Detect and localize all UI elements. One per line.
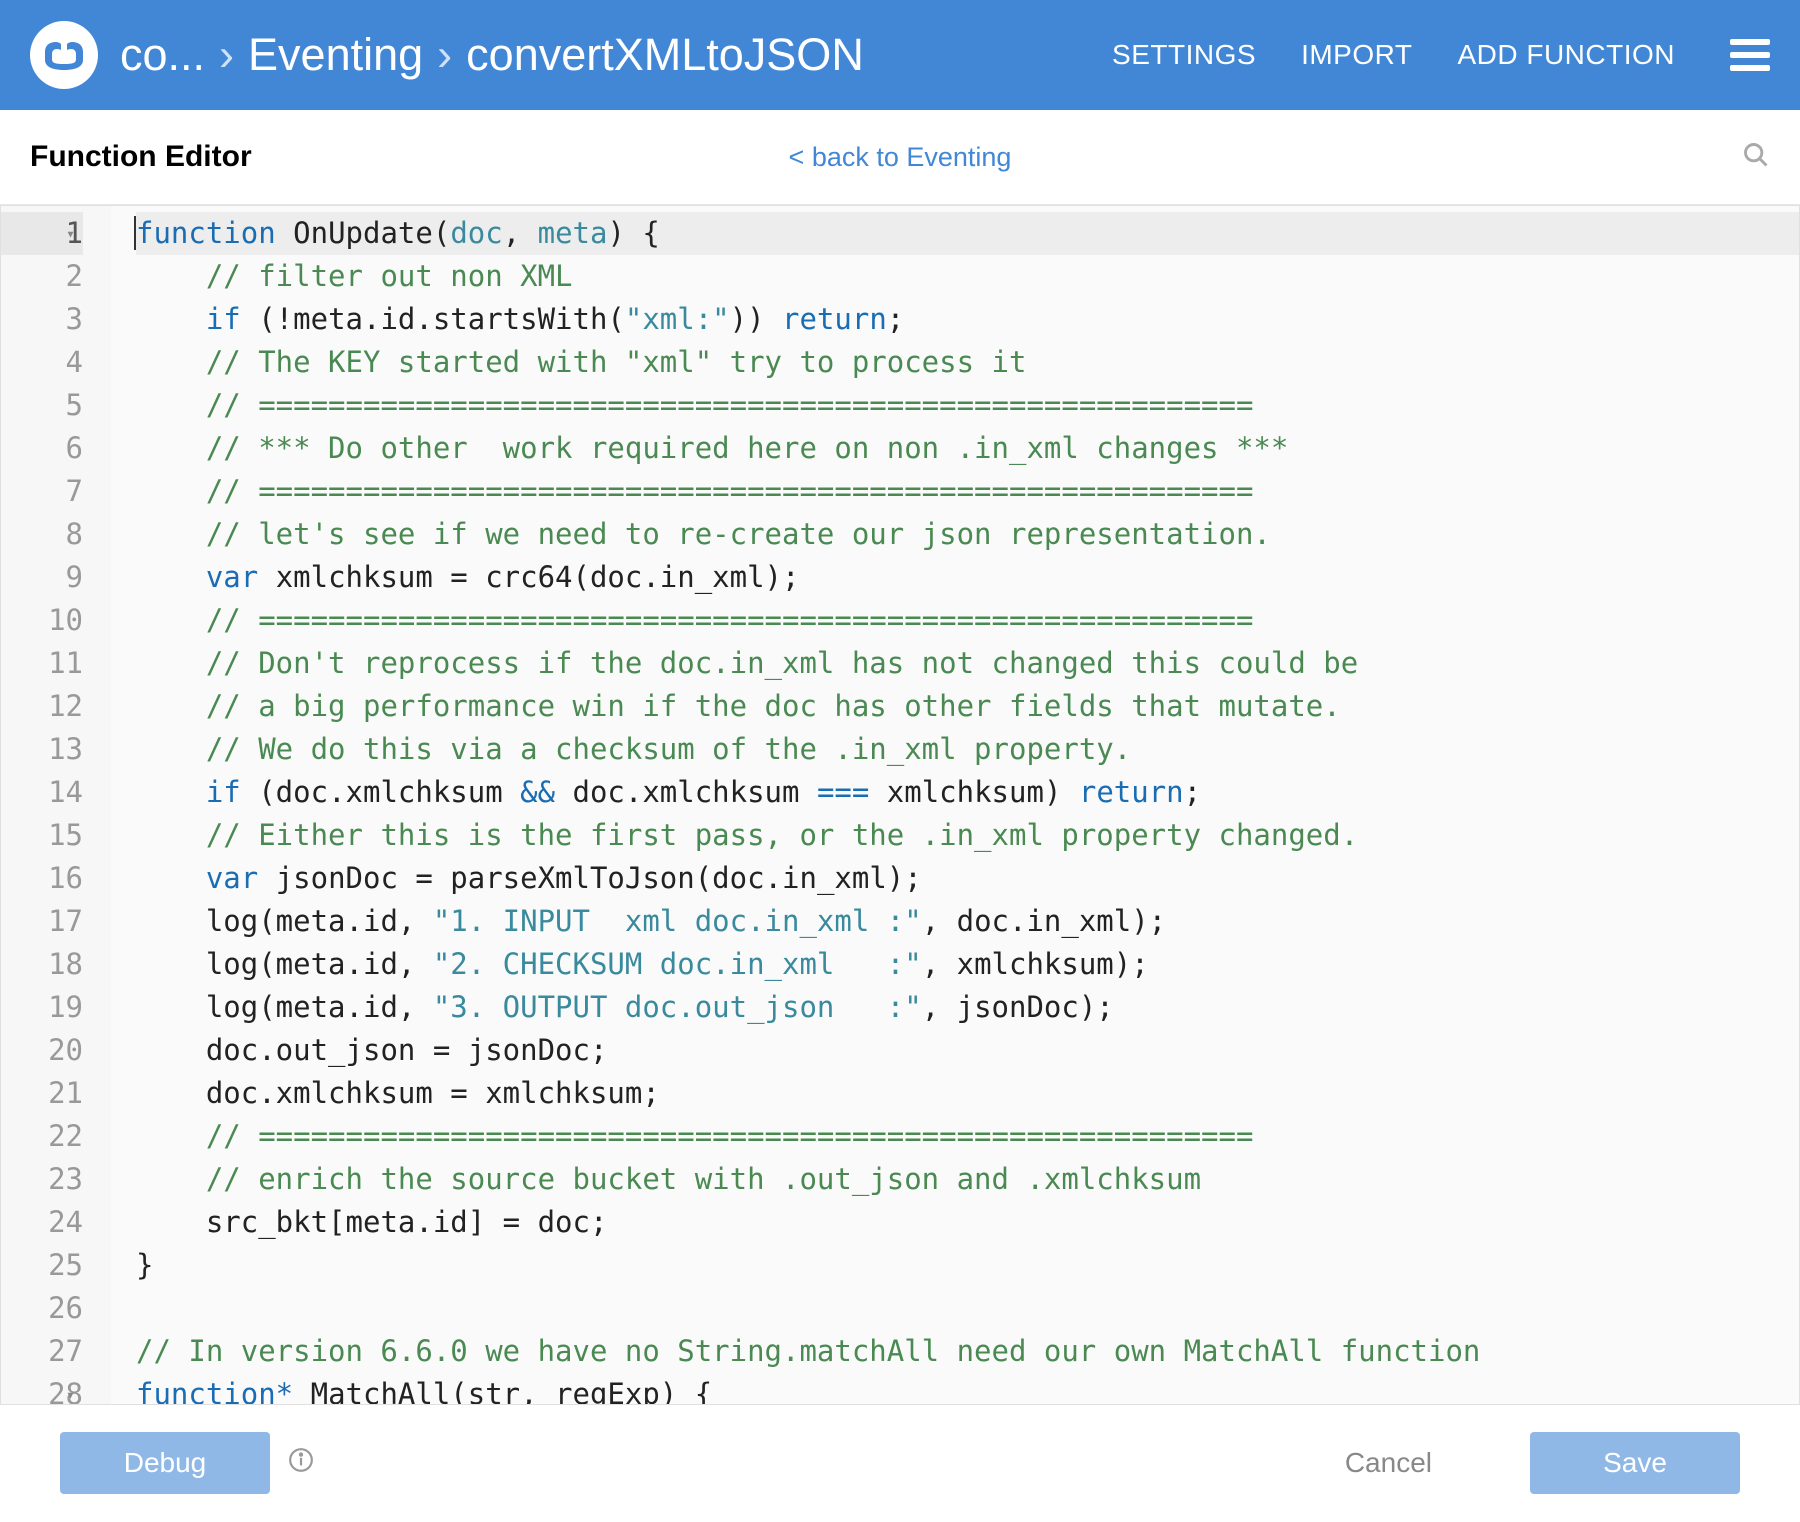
couchbase-icon bbox=[43, 40, 85, 70]
code-line[interactable]: } bbox=[136, 1244, 1799, 1287]
gutter-line: 9 bbox=[1, 556, 83, 599]
gutter-line: 8 bbox=[1, 513, 83, 556]
code-line[interactable]: // filter out non XML bbox=[136, 255, 1799, 298]
code-line[interactable]: function OnUpdate(doc, meta) { bbox=[136, 212, 1799, 255]
code-line[interactable]: doc.out_json = jsonDoc; bbox=[136, 1029, 1799, 1072]
code-line[interactable]: // =====================================… bbox=[136, 599, 1799, 642]
code-line[interactable]: // =====================================… bbox=[136, 1115, 1799, 1158]
gutter-line: 18 bbox=[1, 943, 83, 986]
fold-icon[interactable]: ▾ bbox=[66, 1373, 75, 1405]
code-line[interactable]: // We do this via a checksum of the .in_… bbox=[136, 728, 1799, 771]
editor-code[interactable]: function OnUpdate(doc, meta) { // filter… bbox=[111, 206, 1799, 1404]
menu-icon[interactable] bbox=[1730, 39, 1770, 71]
gutter-line: 19 bbox=[1, 986, 83, 1029]
code-line[interactable]: log(meta.id, "2. CHECKSUM doc.in_xml :",… bbox=[136, 943, 1799, 986]
code-line[interactable]: var xmlchksum = crc64(doc.in_xml); bbox=[136, 556, 1799, 599]
code-line[interactable]: if (doc.xmlchksum && doc.xmlchksum === x… bbox=[136, 771, 1799, 814]
code-line[interactable]: // In version 6.6.0 we have no String.ma… bbox=[136, 1330, 1799, 1373]
breadcrumb-function[interactable]: convertXMLtoJSON bbox=[466, 29, 864, 81]
code-line[interactable]: // a big performance win if the doc has … bbox=[136, 685, 1799, 728]
code-line[interactable] bbox=[136, 1287, 1799, 1330]
search-icon[interactable] bbox=[1742, 141, 1770, 174]
editor-gutter: 1▾23456789101112131415161718192021222324… bbox=[1, 206, 111, 1404]
code-line[interactable]: log(meta.id, "1. INPUT xml doc.in_xml :"… bbox=[136, 900, 1799, 943]
subheader: Function Editor < back to Eventing bbox=[0, 110, 1800, 205]
code-editor[interactable]: 1▾23456789101112131415161718192021222324… bbox=[0, 205, 1800, 1405]
debug-button[interactable]: Debug bbox=[60, 1432, 270, 1494]
code-line[interactable]: // =====================================… bbox=[136, 384, 1799, 427]
info-icon[interactable] bbox=[288, 1447, 314, 1478]
app-logo[interactable] bbox=[30, 21, 98, 89]
gutter-line: 12 bbox=[1, 685, 83, 728]
code-line[interactable]: log(meta.id, "3. OUTPUT doc.out_json :",… bbox=[136, 986, 1799, 1029]
breadcrumb-eventing[interactable]: Eventing bbox=[248, 29, 423, 81]
import-link[interactable]: IMPORT bbox=[1301, 39, 1412, 71]
code-line[interactable]: // Don't reprocess if the doc.in_xml has… bbox=[136, 642, 1799, 685]
gutter-line: 20 bbox=[1, 1029, 83, 1072]
gutter-line: 14 bbox=[1, 771, 83, 814]
gutter-line: 7 bbox=[1, 470, 83, 513]
save-button[interactable]: Save bbox=[1530, 1432, 1740, 1494]
gutter-line: 17 bbox=[1, 900, 83, 943]
code-line[interactable]: src_bkt[meta.id] = doc; bbox=[136, 1201, 1799, 1244]
gutter-line: 1▾ bbox=[1, 212, 83, 255]
cancel-button[interactable]: Cancel bbox=[1297, 1432, 1480, 1494]
page-title: Function Editor bbox=[30, 140, 252, 174]
gutter-line: 21 bbox=[1, 1072, 83, 1115]
gutter-line: 26 bbox=[1, 1287, 83, 1330]
footer: Debug Cancel Save bbox=[0, 1405, 1800, 1520]
gutter-line: 16 bbox=[1, 857, 83, 900]
gutter-line: 3 bbox=[1, 298, 83, 341]
gutter-line: 4 bbox=[1, 341, 83, 384]
breadcrumb-cluster[interactable]: co... bbox=[120, 29, 205, 81]
gutter-line: 22 bbox=[1, 1115, 83, 1158]
back-to-eventing-link[interactable]: < back to Eventing bbox=[789, 142, 1012, 173]
gutter-line: 24 bbox=[1, 1201, 83, 1244]
breadcrumb-sep: › bbox=[219, 29, 234, 81]
code-line[interactable]: if (!meta.id.startsWith("xml:")) return; bbox=[136, 298, 1799, 341]
gutter-line: 28▾ bbox=[1, 1373, 83, 1405]
gutter-line: 2 bbox=[1, 255, 83, 298]
code-line[interactable]: // let's see if we need to re-create our… bbox=[136, 513, 1799, 556]
gutter-line: 13 bbox=[1, 728, 83, 771]
code-line[interactable]: // Either this is the first pass, or the… bbox=[136, 814, 1799, 857]
gutter-line: 23 bbox=[1, 1158, 83, 1201]
code-line[interactable]: // enrich the source bucket with .out_js… bbox=[136, 1158, 1799, 1201]
code-line[interactable]: // =====================================… bbox=[136, 470, 1799, 513]
breadcrumb: co... › Eventing › convertXMLtoJSON bbox=[120, 29, 1082, 81]
fold-icon[interactable]: ▾ bbox=[66, 212, 75, 255]
code-line[interactable]: var jsonDoc = parseXmlToJson(doc.in_xml)… bbox=[136, 857, 1799, 900]
code-line[interactable]: function* MatchAll(str, regExp) { bbox=[136, 1373, 1799, 1404]
gutter-line: 5 bbox=[1, 384, 83, 427]
gutter-line: 10 bbox=[1, 599, 83, 642]
gutter-line: 27 bbox=[1, 1330, 83, 1373]
code-line[interactable]: doc.xmlchksum = xmlchksum; bbox=[136, 1072, 1799, 1115]
add-function-link[interactable]: ADD FUNCTION bbox=[1457, 39, 1675, 71]
gutter-line: 15 bbox=[1, 814, 83, 857]
app-header: co... › Eventing › convertXMLtoJSON SETT… bbox=[0, 0, 1800, 110]
breadcrumb-sep: › bbox=[437, 29, 452, 81]
gutter-line: 11 bbox=[1, 642, 83, 685]
gutter-line: 25 bbox=[1, 1244, 83, 1287]
settings-link[interactable]: SETTINGS bbox=[1112, 39, 1256, 71]
code-line[interactable]: // *** Do other work required here on no… bbox=[136, 427, 1799, 470]
gutter-line: 6 bbox=[1, 427, 83, 470]
header-actions: SETTINGS IMPORT ADD FUNCTION bbox=[1112, 39, 1770, 71]
code-line[interactable]: // The KEY started with "xml" try to pro… bbox=[136, 341, 1799, 384]
